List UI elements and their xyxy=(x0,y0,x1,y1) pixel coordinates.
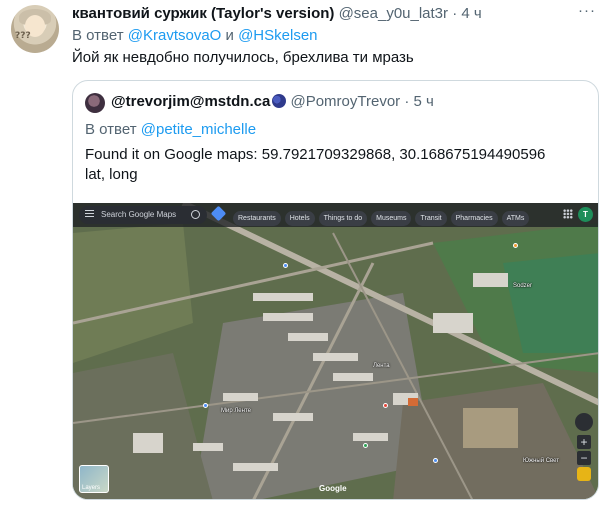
quoted-tweet-time[interactable]: 5 ч xyxy=(414,93,434,110)
chip-transit[interactable]: Transit xyxy=(415,211,447,226)
zoom-in-button[interactable]: + xyxy=(577,435,591,449)
maps-search-box[interactable]: Search Google Maps xyxy=(79,206,207,224)
more-options-icon[interactable]: ··· xyxy=(578,3,596,18)
author-avatar[interactable]: ??? xyxy=(11,5,59,53)
apps-grid-icon[interactable] xyxy=(563,209,573,219)
chip-restaurants[interactable]: Restaurants xyxy=(233,211,281,226)
reply-user-link[interactable]: @HSkelsen xyxy=(238,27,317,44)
maps-top-bar: Search Google Maps Restaurants Hotels Thin… xyxy=(73,203,598,227)
avatar-question-marks: ??? xyxy=(15,31,31,41)
maps-search-placeholder: Search Google Maps xyxy=(101,210,177,219)
tweet[interactable]: ??? квантовий суржик (Taylor's version) … xyxy=(0,0,608,513)
quoted-author-handle[interactable]: @PomroyTrevor xyxy=(290,93,400,110)
reply-user-link[interactable]: @KravtsovaO xyxy=(128,27,222,44)
map-marker-icon[interactable] xyxy=(203,403,208,408)
quoted-author-name[interactable]: @trevorjim@mstdn.ca xyxy=(111,93,270,110)
separator-dot: · xyxy=(452,5,458,22)
chip-museums[interactable]: Museums xyxy=(371,211,412,226)
menu-icon[interactable] xyxy=(85,210,94,219)
tweet-time[interactable]: 4 ч xyxy=(461,5,481,22)
map-place-label: Sodzer xyxy=(513,283,533,289)
map-marker-icon[interactable] xyxy=(283,263,288,268)
chip-atms[interactable]: ATMs xyxy=(501,211,530,226)
reply-prefix: В ответ xyxy=(72,27,124,44)
quoted-text-line: Found it on Google maps: 59.792170932986… xyxy=(85,146,546,163)
reply-context: В ответ @KravtsovaO и @HSkelsen xyxy=(72,26,318,46)
quoted-author-avatar[interactable] xyxy=(85,93,105,113)
layers-label: Layers xyxy=(82,485,101,491)
reply-user-link[interactable]: @petite_michelle xyxy=(141,121,256,138)
quoted-tweet-text: Found it on Google maps: 59.792170932986… xyxy=(85,145,585,185)
tweet-text: Йой як невдобно получилось, брехлива ти … xyxy=(72,49,414,66)
map-screenshot-image[interactable]: Мир Ленте Лента Южный Свет Sodzer Search… xyxy=(73,203,598,499)
separator-dot: · xyxy=(404,93,410,110)
map-place-label: Южный Свет xyxy=(523,458,560,464)
reply-prefix: В ответ xyxy=(85,121,137,138)
map-marker-icon[interactable] xyxy=(513,243,518,248)
map-place-label: Мир Ленте xyxy=(221,408,251,414)
map-marker-icon[interactable] xyxy=(363,443,368,448)
tweet-header: квантовий суржик (Taylor's version) @sea… xyxy=(72,4,592,24)
satellite-imagery xyxy=(73,203,598,499)
google-logo: Google xyxy=(319,484,347,493)
directions-icon[interactable] xyxy=(210,205,227,222)
layers-button[interactable]: Layers xyxy=(79,465,109,493)
author-name[interactable]: квантовий суржик (Taylor's version) xyxy=(72,5,334,22)
category-chips: Restaurants Hotels Things to do Museums Tran… xyxy=(233,207,533,226)
map-marker-icon[interactable] xyxy=(433,458,438,463)
chip-hotels[interactable]: Hotels xyxy=(284,211,315,226)
berry-emoji-icon xyxy=(272,94,287,108)
chip-pharmacies[interactable]: Pharmacies xyxy=(450,211,498,226)
map-place-label: Лента xyxy=(373,363,390,369)
map-marker-icon[interactable] xyxy=(383,403,388,408)
quoted-tweet-header: @trevorjim@mstdn.ca @PomroyTrevor · 5 ч xyxy=(111,92,434,112)
quoted-text-line: lat, long xyxy=(85,166,138,183)
compass-icon[interactable] xyxy=(575,413,593,431)
search-icon[interactable] xyxy=(191,210,200,219)
quoted-reply-context: В ответ @petite_michelle xyxy=(85,120,256,140)
reply-conjunction: и xyxy=(225,27,234,44)
maps-user-avatar[interactable]: T xyxy=(578,207,593,222)
quoted-tweet[interactable]: @trevorjim@mstdn.ca @PomroyTrevor · 5 ч … xyxy=(72,80,599,500)
chip-things-to-do[interactable]: Things to do xyxy=(318,211,368,226)
author-handle[interactable]: @sea_y0u_lat3r xyxy=(339,5,448,22)
street-view-pegman-icon[interactable] xyxy=(577,467,591,481)
zoom-out-button[interactable]: − xyxy=(577,451,591,465)
